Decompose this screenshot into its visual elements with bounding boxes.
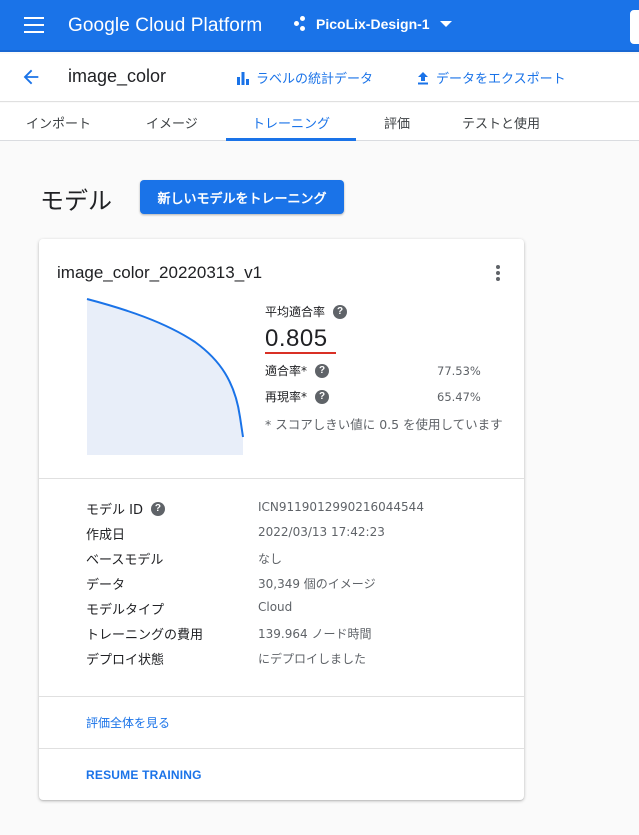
dataset-header: image_color ラベルの統計データ データをエクスポート: [0, 54, 639, 102]
bar-chart-icon: [237, 71, 249, 85]
upload-icon: [418, 71, 428, 84]
detail-label: デプロイ状態: [86, 653, 165, 668]
detail-label-row: モデル ID ?: [86, 499, 165, 518]
detail-row: デプロイ状態 にデプロイしました: [86, 649, 506, 669]
recall-value: 65.47%: [437, 390, 481, 404]
help-icon[interactable]: ?: [150, 501, 165, 516]
brand-title[interactable]: Google Cloud Platform: [68, 15, 262, 37]
tab-images[interactable]: イメージ: [146, 113, 198, 132]
search-box[interactable]: [630, 10, 639, 44]
caret-down-icon: [439, 21, 452, 27]
detail-row: モデルタイプ Cloud: [86, 599, 506, 619]
detail-value: 139.964 ノード時間: [258, 627, 372, 641]
project-selector[interactable]: PicoLix-Design-1: [294, 16, 452, 32]
detail-row: ベースモデル なし: [86, 549, 506, 569]
divider: [39, 748, 524, 749]
detail-row: 作成日 2022/03/13 17:42:23: [86, 524, 506, 544]
detail-label: 作成日: [86, 528, 126, 543]
detail-row: データ 30,349 個のイメージ: [86, 574, 506, 594]
tab-import[interactable]: インポート: [26, 113, 91, 132]
detail-row: トレーニングの費用 139.964 ノード時間: [86, 624, 506, 644]
detail-label: モデルタイプ: [86, 603, 165, 618]
avg-precision-value: 0.805: [265, 325, 328, 352]
top-app-bar: Google Cloud Platform PicoLix-Design-1: [0, 0, 639, 52]
detail-value: 30,349 個のイメージ: [258, 577, 376, 591]
detail-value: なし: [258, 552, 283, 566]
detail-label: ベースモデル: [86, 553, 164, 568]
detail-row: モデル ID ? ICN9119012990216044544: [86, 499, 506, 519]
threshold-note: * スコアしきい値に 0.5 を使用しています: [265, 417, 503, 432]
section-title: モデル: [40, 188, 112, 215]
detail-value: 2022/03/13 17:42:23: [258, 525, 385, 539]
divider: [39, 696, 524, 697]
tab-evaluate[interactable]: 評価: [384, 113, 410, 132]
tab-training[interactable]: トレーニング: [252, 113, 330, 132]
detail-label: モデル ID: [86, 503, 143, 518]
help-icon[interactable]: ?: [315, 363, 330, 378]
detail-value: ICN9119012990216044544: [258, 500, 424, 514]
more-vert-icon[interactable]: [495, 265, 501, 283]
export-label: データをエクスポート: [436, 72, 566, 87]
avg-precision-label: 平均適合率: [265, 305, 326, 319]
help-icon[interactable]: ?: [333, 304, 348, 319]
precision-recall-curve: [86, 298, 244, 455]
avg-precision-label-row: 平均適合率 ?: [265, 303, 348, 320]
export-data-button[interactable]: データをエクスポート: [416, 68, 566, 87]
train-new-model-button[interactable]: 新しいモデルをトレーニング: [140, 180, 344, 214]
precision-label: 適合率*: [265, 364, 308, 378]
project-icon: [294, 16, 310, 32]
back-arrow-icon[interactable]: [20, 66, 42, 88]
divider: [39, 478, 524, 479]
detail-label: データ: [86, 578, 126, 593]
precision-label-row: 適合率* ?: [265, 362, 330, 379]
tab-test-and-use[interactable]: テストと使用: [462, 113, 540, 132]
detail-label: トレーニングの費用: [86, 628, 204, 643]
label-stats-button[interactable]: ラベルの統計データ: [236, 68, 373, 87]
project-name: PicoLix-Design-1: [316, 16, 430, 32]
recall-label-row: 再現率* ?: [265, 388, 330, 405]
model-name: image_color_20220313_v1: [57, 263, 263, 282]
active-tab-indicator: [226, 138, 356, 141]
precision-value: 77.53%: [437, 364, 481, 378]
detail-value: Cloud: [258, 600, 293, 614]
label-stats-label: ラベルの統計データ: [256, 72, 374, 87]
model-card: image_color_20220313_v1 平均適合率 ? 0.805 適合…: [39, 239, 524, 800]
view-full-evaluation-link[interactable]: 評価全体を見る: [86, 714, 170, 731]
dataset-title: image_color: [68, 66, 167, 86]
tab-bar: インポート イメージ トレーニング 評価 テストと使用: [0, 103, 639, 141]
recall-label: 再現率*: [265, 390, 308, 404]
hamburger-menu-icon[interactable]: [24, 17, 44, 33]
help-icon[interactable]: ?: [315, 389, 330, 404]
resume-training-button[interactable]: RESUME TRAINING: [86, 768, 202, 782]
detail-value: にデプロイしました: [258, 652, 367, 666]
score-underline: [265, 352, 336, 354]
